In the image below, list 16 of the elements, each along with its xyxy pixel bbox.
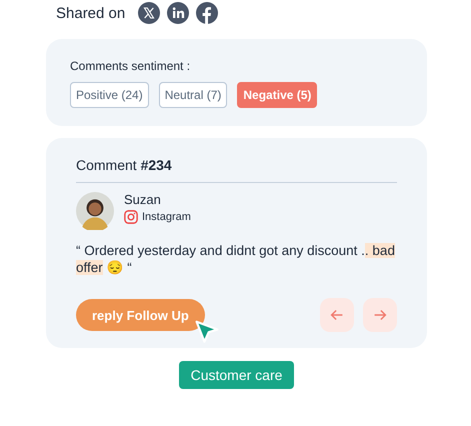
shared-on-label: Shared on (56, 4, 126, 22)
sentiment-title: Comments sentiment : (70, 59, 192, 73)
comment-text: “ Ordered yesterday and didnt got any discount .. bad offer 😔 “ (76, 242, 396, 276)
author-name: Suzan (124, 192, 162, 207)
instagram-icon (124, 210, 138, 224)
sentiment-filter[interactable]: Neutral (7) (158, 82, 228, 108)
avatar-icon (76, 192, 114, 230)
follow-up-button[interactable]: reply Follow Up (76, 299, 205, 331)
sentiment-filter[interactable]: Negative (5) (237, 82, 318, 108)
sentiment-filter[interactable]: Positive (24) (70, 82, 149, 108)
facebook-icon[interactable] (196, 2, 218, 24)
source-label: Instagram (142, 211, 191, 223)
linkedin-icon[interactable] (167, 2, 190, 24)
customer-care-button[interactable]: Customer care (178, 361, 294, 389)
comment-title: Comment #234 (76, 157, 173, 175)
x-icon[interactable] (138, 2, 160, 24)
